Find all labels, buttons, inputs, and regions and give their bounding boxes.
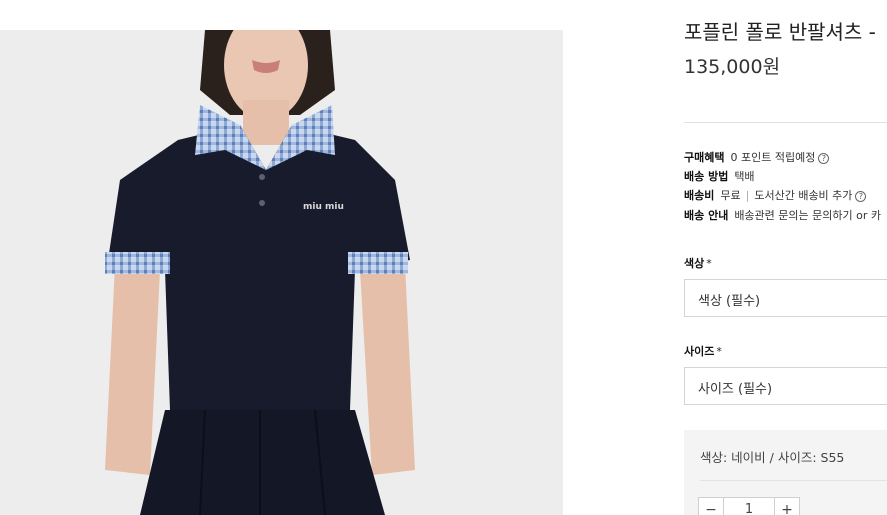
shipping-guide-value: 배송관련 문의는 문의하기 or 카 [734, 209, 881, 222]
divider [700, 480, 887, 481]
benefit-label: 구매혜택 [684, 151, 725, 164]
product-image: miu miu [0, 30, 563, 515]
selected-option-box: 색상: 네이비 / 사이즈: S55 − 1 + [684, 430, 887, 515]
shipping-method-label: 배송 방법 [684, 170, 729, 183]
required-mark: * [716, 345, 722, 358]
brand-logo-text: miu miu [303, 202, 344, 212]
shipping-fee-row: 배송비 무료 | 도서산간 배송비 추가? [684, 187, 867, 203]
size-label-text: 사이즈 [684, 345, 715, 358]
size-select[interactable]: 사이즈 (필수) [684, 367, 887, 405]
benefit-row: 구매혜택 0 포인트 적립예정? [684, 149, 830, 165]
quantity-stepper: − 1 + [698, 497, 800, 515]
product-title: 포플린 폴로 반팔셔츠 - [684, 20, 876, 44]
color-label-text: 색상 [684, 257, 705, 270]
shipping-method-value: 택배 [734, 170, 755, 183]
color-select[interactable]: 색상 (필수) [684, 279, 887, 317]
help-icon[interactable]: ? [855, 191, 867, 202]
quantity-input[interactable]: 1 [724, 497, 774, 515]
divider [684, 122, 887, 123]
quantity-plus-button[interactable]: + [774, 497, 800, 515]
separator: | [745, 189, 750, 202]
size-option-label: 사이즈 * [684, 343, 722, 359]
product-info-panel: 포플린 폴로 반팔셔츠 - 135,000원 구매혜택 0 포인트 적립예정? 배… [684, 0, 887, 515]
color-option-label: 색상 * [684, 255, 712, 271]
shipping-guide-row: 배송 안내 배송관련 문의는 문의하기 or 카 [684, 207, 881, 223]
shipping-fee-label: 배송비 [684, 189, 715, 202]
quantity-minus-button[interactable]: − [698, 497, 724, 515]
shipping-method-row: 배송 방법 택배 [684, 168, 755, 184]
product-price: 135,000원 [684, 56, 781, 78]
benefit-value: 0 포인트 적립예정 [730, 151, 816, 164]
required-mark: * [706, 257, 712, 270]
shipping-fee-extra: 도서산간 배송비 추가 [754, 189, 853, 202]
shipping-fee-value: 무료 [720, 189, 741, 202]
shipping-guide-label: 배송 안내 [684, 209, 729, 222]
help-icon[interactable]: ? [818, 153, 830, 164]
selected-option-text: 색상: 네이비 / 사이즈: S55 [700, 450, 845, 465]
